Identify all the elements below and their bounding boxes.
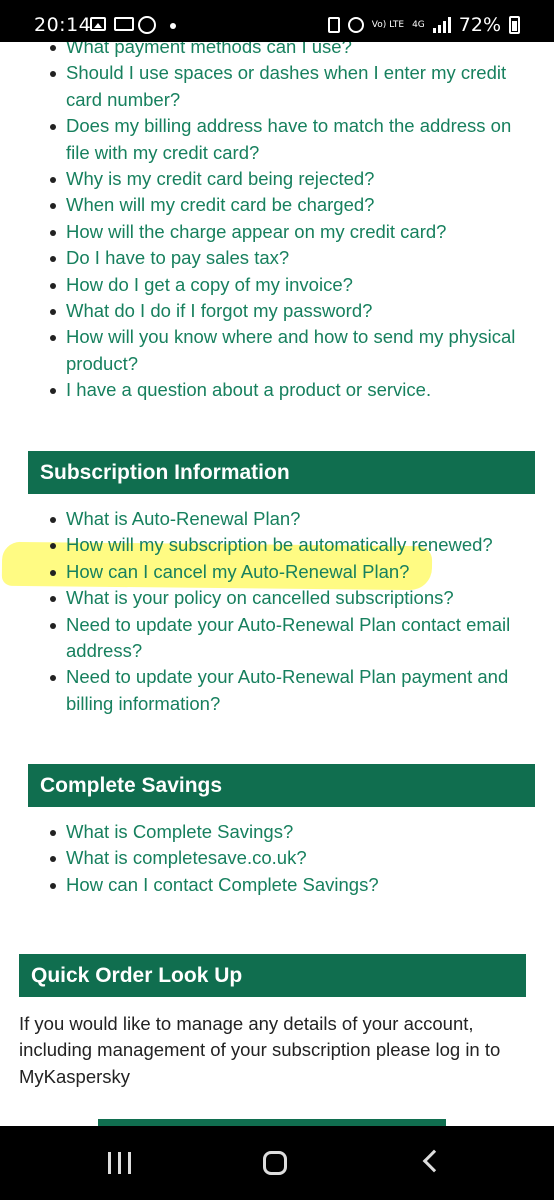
battery-icon [509, 16, 520, 34]
faq-link[interactable]: How do I get a copy of my invoice? [66, 274, 353, 295]
faq-link[interactable]: What is Complete Savings? [66, 821, 293, 842]
complete-savings-faq-list: What is Complete Savings? What is complet… [48, 819, 538, 898]
faq-list-item: How can I cancel my Auto-Renewal Plan? [48, 559, 538, 585]
faq-list-item: What is Auto-Renewal Plan? [48, 506, 538, 532]
faq-link[interactable]: How can I cancel my Auto-Renewal Plan? [66, 561, 409, 582]
faq-list-item: Need to update your Auto-Renewal Plan pa… [48, 664, 538, 717]
status-right-group: Vo) LTE 4G 72% [327, 14, 520, 36]
faq-link[interactable]: Need to update your Auto-Renewal Plan co… [66, 614, 510, 661]
faq-list-item: Does my billing address have to match th… [48, 113, 538, 166]
page-content: What payment methods can I use? Should I … [0, 0, 554, 1126]
home-icon[interactable] [263, 1151, 287, 1175]
faq-link[interactable]: How will my subscription be automaticall… [66, 534, 493, 555]
faq-list-item: What is Complete Savings? [48, 819, 538, 845]
faq-link[interactable]: Need to update your Auto-Renewal Plan pa… [66, 666, 508, 713]
subscription-section-header: Subscription Information [28, 451, 535, 494]
battery-percent: 72% [458, 14, 501, 36]
recents-icon[interactable] [108, 1152, 131, 1174]
faq-list-item: Need to update your Auto-Renewal Plan co… [48, 612, 538, 665]
faq-list-item: Why is my credit card being rejected? [48, 166, 538, 192]
complete-savings-section-header: Complete Savings [28, 764, 535, 807]
status-bar: 20:14 Vo) LTE 4G 72% [0, 0, 554, 42]
faq-list-item: How will you know where and how to send … [48, 324, 538, 377]
login-button[interactable] [98, 1119, 446, 1126]
faq-list-item: When will my credit card be charged? [48, 192, 538, 218]
faq-list-item: I have a question about a product or ser… [48, 377, 538, 403]
faq-list-item: What do I do if I forgot my password? [48, 298, 538, 324]
faq-link[interactable]: How can I contact Complete Savings? [66, 874, 379, 895]
faq-list-item: What is completesave.co.uk? [48, 845, 538, 871]
alarm-icon [347, 17, 364, 33]
gallery-icon [90, 17, 106, 31]
payment-faq-list: What payment methods can I use? Should I … [48, 34, 538, 404]
message-icon [114, 17, 134, 31]
quick-order-section-header: Quick Order Look Up [19, 954, 526, 997]
faq-link[interactable]: What is Auto-Renewal Plan? [66, 508, 300, 529]
faq-link[interactable]: Does my billing address have to match th… [66, 115, 511, 162]
faq-link[interactable]: Should I use spaces or dashes when I ent… [66, 62, 506, 109]
dot-icon [170, 23, 176, 29]
faq-link[interactable]: Why is my credit card being rejected? [66, 168, 374, 189]
whatsapp-icon [138, 16, 156, 34]
status-time: 20:14 [34, 14, 92, 36]
faq-list-item: How will my subscription be automaticall… [48, 532, 538, 558]
faq-link[interactable]: I have a question about a product or ser… [66, 379, 431, 400]
faq-list-item: How will the charge appear on my credit … [48, 219, 538, 245]
subscription-faq-list: What is Auto-Renewal Plan? How will my su… [48, 506, 538, 717]
faq-link[interactable]: What is your policy on cancelled subscri… [66, 587, 454, 608]
faq-link[interactable]: How will you know where and how to send … [66, 326, 515, 373]
faq-list-item: Should I use spaces or dashes when I ent… [48, 60, 538, 113]
faq-list-item: How do I get a copy of my invoice? [48, 272, 538, 298]
network-4g-icon: 4G [412, 19, 425, 30]
faq-list-item: Do I have to pay sales tax? [48, 245, 538, 271]
quick-order-description: If you would like to manage any details … [19, 1013, 501, 1087]
navigation-bar [0, 1126, 554, 1200]
sim-icon [327, 17, 340, 33]
faq-link[interactable]: Do I have to pay sales tax? [66, 247, 289, 268]
faq-link[interactable]: What do I do if I forgot my password? [66, 300, 372, 321]
faq-link[interactable]: When will my credit card be charged? [66, 194, 374, 215]
faq-link[interactable]: How will the charge appear on my credit … [66, 221, 446, 242]
volte-icon: Vo) LTE [371, 19, 405, 30]
back-icon[interactable] [422, 1149, 446, 1173]
faq-list-item: What is your policy on cancelled subscri… [48, 585, 538, 611]
signal-icon [432, 17, 451, 33]
faq-link[interactable]: What is completesave.co.uk? [66, 847, 307, 868]
faq-list-item: How can I contact Complete Savings? [48, 872, 538, 898]
